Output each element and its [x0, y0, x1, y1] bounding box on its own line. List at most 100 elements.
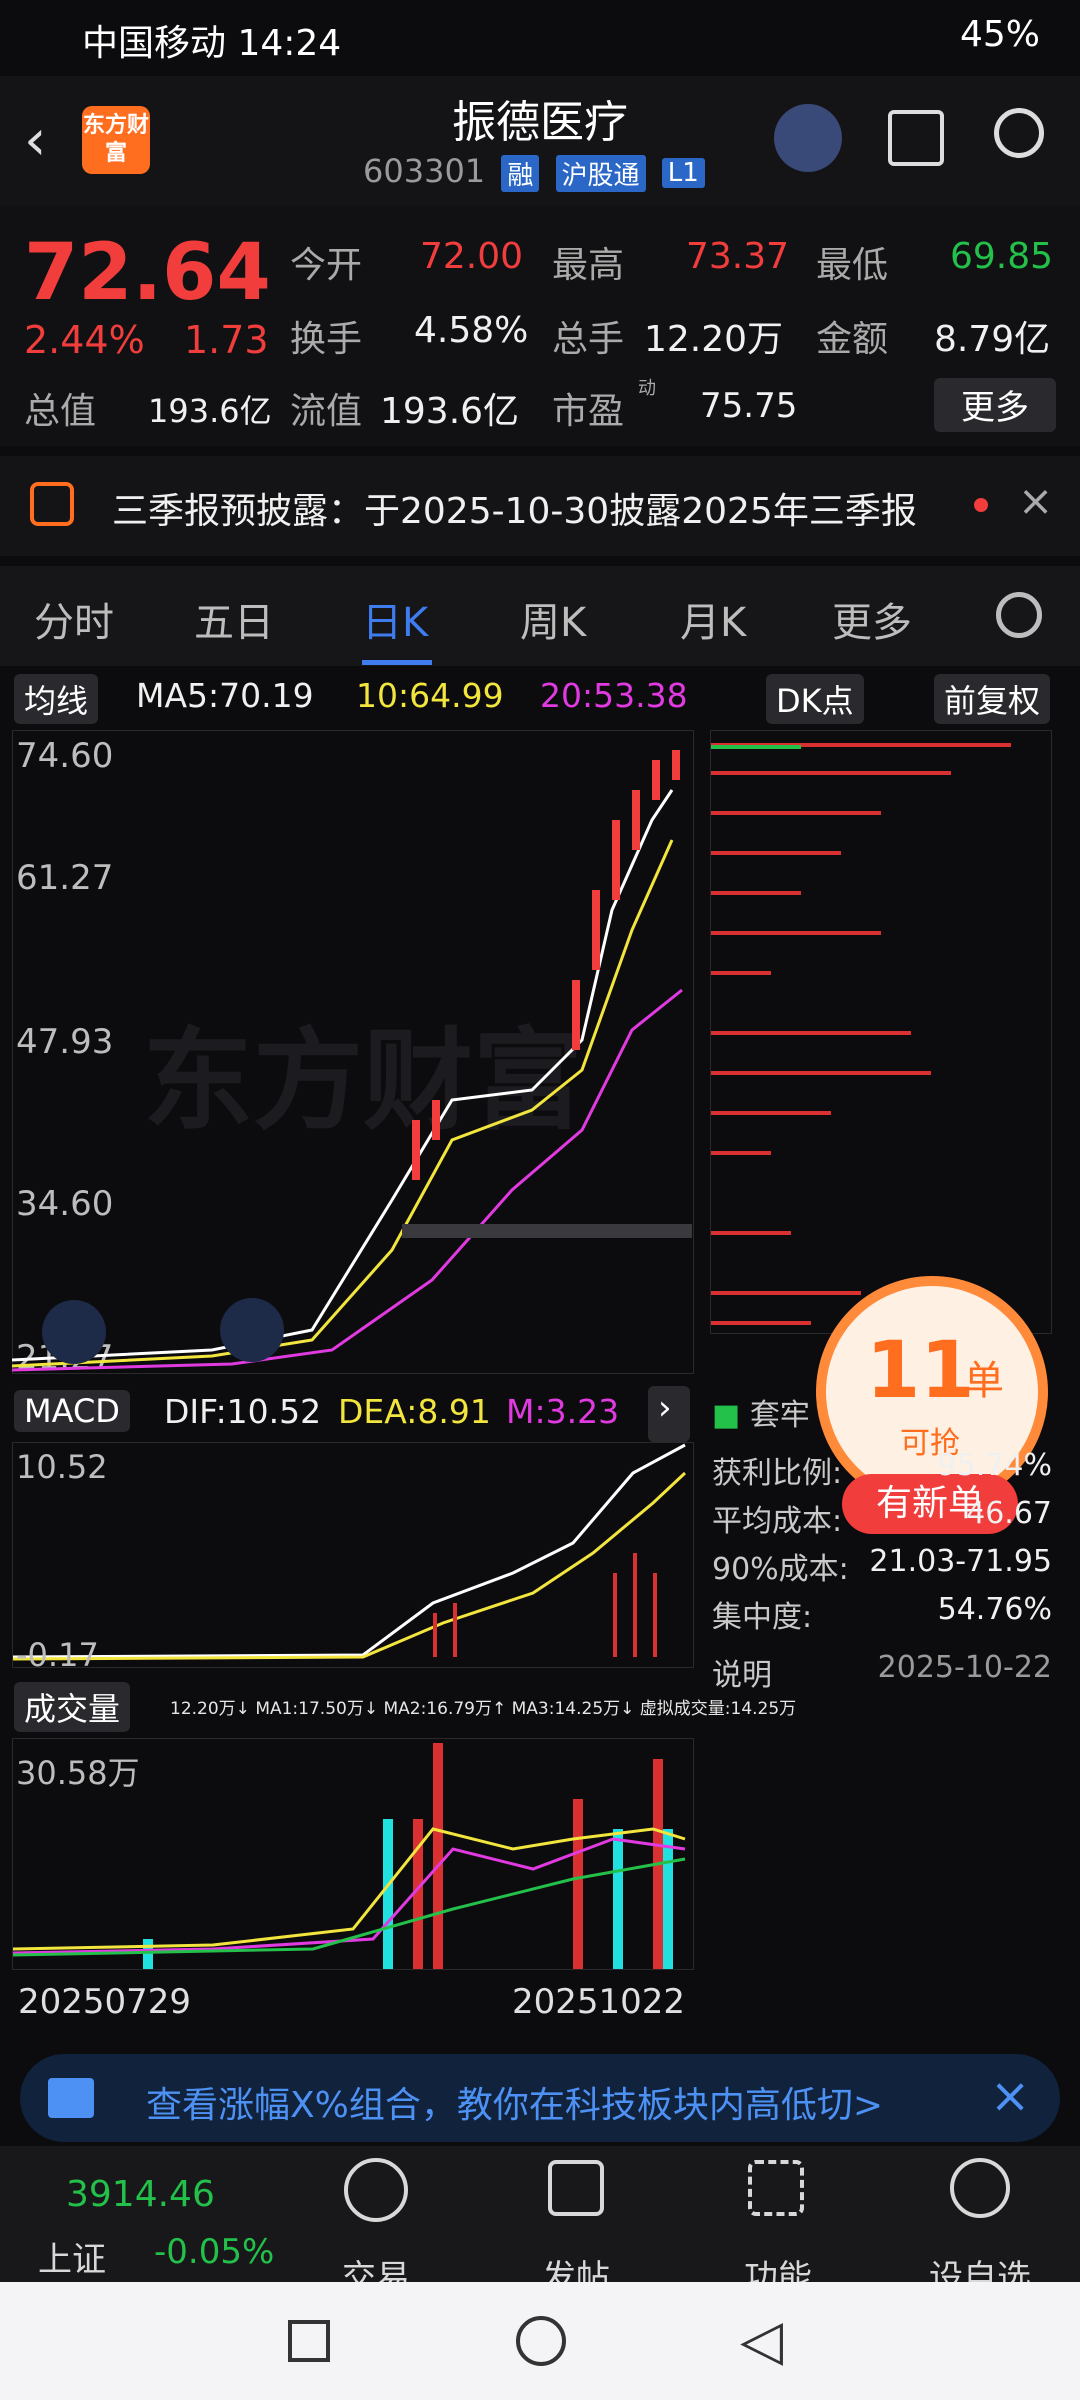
carrier-time: 中国移动 14:24	[82, 23, 342, 64]
home-icon[interactable]	[516, 2316, 566, 2366]
pe-sup: 动	[638, 378, 656, 399]
tab-daily-k[interactable]: 日K	[362, 590, 428, 648]
close-icon[interactable]: ×	[1018, 476, 1053, 525]
mktcap-label: 总值	[24, 391, 97, 432]
float-value: 193.6亿	[380, 391, 520, 432]
watchlist-icon[interactable]	[950, 2158, 1010, 2218]
stat-90-cost: 90%成本: 21.03-71.95	[712, 1544, 1052, 1587]
volume-value: 12.20万	[644, 319, 784, 360]
pe-value: 75.75	[700, 386, 798, 426]
period-tabs: 分时 五日 日K 周K 月K 更多	[0, 566, 1080, 666]
tab-monthly-k[interactable]: 月K	[680, 590, 746, 648]
last-price: 72.64	[24, 228, 271, 318]
volume-axis-top: 30.58万	[16, 1754, 140, 1792]
ma10-value: 10:64.99	[356, 676, 504, 715]
status-bar: 中国移动 14:24 45%	[0, 0, 1080, 76]
search-icon[interactable]	[994, 108, 1044, 158]
quote-panel: 72.64 2.44% 1.73 今开 72.00 最高 73.37 最低 69…	[0, 206, 1080, 446]
expand-left-icon[interactable]	[42, 1300, 106, 1364]
index-name[interactable]: 上证	[38, 2232, 106, 2281]
index-value[interactable]: 3914.46	[66, 2174, 215, 2215]
tab-weekly-k[interactable]: 周K	[520, 590, 586, 648]
notice-text: 三季报预披露：于2025-10-30披露2025年三季报	[112, 491, 917, 532]
chip-distribution-chart	[710, 730, 1052, 1334]
recent-apps-icon[interactable]	[288, 2320, 330, 2362]
turnover-value: 4.58%	[414, 310, 529, 351]
volume-info: 12.20万↓ MA1:17.50万↓ MA2:16.79万↑ MA3:14.2…	[170, 1699, 797, 1719]
more-quote-button[interactable]: 更多	[934, 378, 1056, 432]
macd-axis-bottom: -0.17	[16, 1636, 99, 1674]
trade-icon[interactable]	[344, 2158, 408, 2222]
ma20-value: 20:53.38	[540, 676, 688, 715]
notice-bar[interactable]: 三季报预披露：于2025-10-30披露2025年三季报 ×	[0, 456, 1080, 556]
stock-code: 603301	[363, 152, 486, 190]
tab-more[interactable]: 更多	[832, 590, 912, 648]
stat-profit-ratio: 获利比例: 95.74%	[712, 1448, 1052, 1491]
back-nav-icon[interactable]: ◁	[740, 2308, 783, 2373]
chip-note-link: 说明	[712, 1658, 772, 1693]
tag-hk-connect[interactable]: 沪股通	[555, 154, 646, 192]
chip-note-row[interactable]: 说明 2025-10-22	[712, 1650, 1052, 1694]
stock-code-row: 603301 融 沪股通 L1	[363, 152, 705, 192]
ma-selector[interactable]: 均线	[14, 674, 99, 724]
tab-intraday[interactable]: 分时	[34, 590, 114, 648]
fullscreen-icon[interactable]	[220, 1298, 284, 1362]
speaker-icon	[30, 482, 74, 526]
banner-text: 查看涨幅X%组合，教你在科技板块内高低切>	[146, 2085, 884, 2126]
gear-icon[interactable]	[996, 592, 1042, 638]
index-change[interactable]: -0.05%	[154, 2232, 274, 2272]
post-icon[interactable]	[548, 2160, 604, 2216]
amount-value: 8.79亿	[934, 319, 1051, 360]
open-label: 今开	[290, 245, 363, 286]
expand-right-icon[interactable]: ›	[648, 1386, 690, 1442]
promo-banner[interactable]: 查看涨幅X%组合，教你在科技板块内高低切> ×	[20, 2054, 1060, 2142]
tab-five-day[interactable]: 五日	[194, 590, 274, 648]
date-start: 20250729	[18, 1982, 192, 2022]
function-grid-icon[interactable]	[748, 2160, 804, 2216]
adjust-mode-button[interactable]: 前复权	[934, 674, 1051, 724]
chip-bars	[711, 743, 1011, 1325]
unread-dot-icon	[974, 498, 988, 512]
macd-chart	[12, 1442, 694, 1668]
megaphone-icon	[48, 2078, 94, 2118]
low-label: 最低	[816, 245, 889, 286]
chip-date: 2025-10-22	[877, 1650, 1052, 1685]
tag-margin[interactable]: 融	[501, 154, 540, 192]
robot-assistant-icon[interactable]	[774, 104, 842, 172]
ma5-value: MA5:70.19	[136, 676, 314, 715]
high-value: 73.37	[686, 236, 790, 277]
volume-selector[interactable]: 成交量	[14, 1682, 131, 1732]
promo-unit: 单	[964, 1358, 1004, 1404]
macd-m: M:3.23	[506, 1392, 620, 1431]
mktcap-value: 193.6亿	[148, 392, 272, 430]
stat-concentration: 集中度: 54.76%	[712, 1592, 1052, 1635]
battery-level: 45%	[959, 14, 1040, 55]
pe-label: 市盈	[552, 391, 625, 432]
system-navbar: ◁	[0, 2282, 1080, 2400]
turnover-label: 换手	[290, 319, 363, 360]
macd-lines	[12, 1443, 687, 1661]
amount-label: 金额	[816, 319, 889, 360]
stat-avg-cost: 平均成本: 46.67	[712, 1496, 1052, 1539]
kline-lines	[12, 750, 692, 1372]
change-percent: 2.44%	[24, 318, 145, 362]
float-label: 流值	[290, 391, 363, 432]
date-end: 20251022	[512, 1982, 686, 2022]
tag-level[interactable]: L1	[661, 158, 705, 188]
chip-title: ■ 套牢	[712, 1398, 810, 1433]
promo-number: 11	[866, 1326, 975, 1416]
volume-label: 总手	[552, 319, 625, 360]
change-value: 1.73	[184, 318, 269, 362]
high-label: 最高	[552, 245, 625, 286]
share-icon[interactable]	[888, 110, 944, 166]
legend-swatch-icon: ■	[712, 1398, 741, 1433]
macd-dea: DEA:8.91	[338, 1392, 491, 1431]
macd-selector[interactable]: MACD	[14, 1390, 130, 1432]
low-value: 69.85	[950, 236, 1054, 277]
dk-point-button[interactable]: DK点	[766, 674, 864, 724]
banner-close-icon[interactable]: ×	[990, 2068, 1030, 2124]
active-tab-indicator	[362, 660, 432, 665]
macd-axis-top: 10.52	[16, 1448, 108, 1486]
open-value: 72.00	[420, 236, 524, 277]
macd-dif: DIF:10.52	[164, 1392, 322, 1431]
